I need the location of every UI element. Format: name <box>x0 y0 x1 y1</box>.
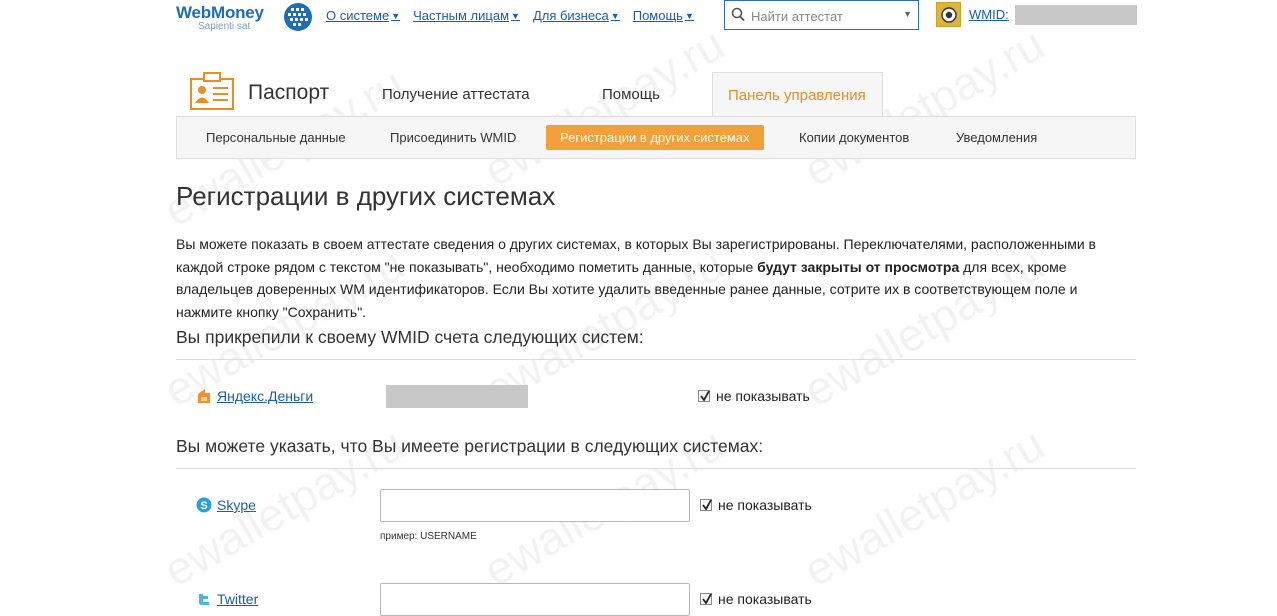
logo-tagline: Sapienti sat <box>198 21 251 32</box>
nav-business[interactable]: Для бизнеса ▼ <box>533 8 620 23</box>
yandex-masked-value <box>386 385 528 408</box>
skype-link[interactable]: Skype <box>217 497 256 513</box>
checkbox[interactable] <box>700 593 712 605</box>
skype-icon: S <box>196 497 212 513</box>
registration-skype: S Skype <box>196 497 256 513</box>
subtab-personal-data[interactable]: Персональные данные <box>206 130 346 145</box>
user-block: WMID: <box>936 2 1009 27</box>
nav-personal[interactable]: Частным лицам ▼ <box>413 8 520 23</box>
subtab-bar: Персональные данные Присоединить WMID Ре… <box>176 116 1136 159</box>
webmoney-logo[interactable]: WebMoney Sapienti sat <box>176 3 264 32</box>
passport-icon <box>190 72 234 115</box>
registration-twitter: Twitter <box>196 591 258 607</box>
subtab-document-copies[interactable]: Копии документов <box>799 130 909 145</box>
hide-label: не показывать <box>716 388 810 404</box>
skype-input[interactable] <box>380 489 690 522</box>
checkbox[interactable] <box>698 390 710 402</box>
twitter-hide-toggle: не показывать <box>700 591 812 607</box>
registrations-heading: Вы можете указать, что Вы имеете регистр… <box>176 436 764 456</box>
tab-get-attestat[interactable]: Получение аттестата <box>382 86 530 103</box>
nav-about[interactable]: О системе ▼ <box>326 8 400 23</box>
twitter-link[interactable]: Twitter <box>217 591 258 607</box>
chevron-down-icon[interactable]: ▼ <box>903 9 912 19</box>
checkbox[interactable] <box>700 499 712 511</box>
tab-control-panel[interactable]: Панель управления <box>712 72 883 116</box>
caret-down-icon: ▼ <box>684 10 694 21</box>
skype-example-hint: пример: USERNAME <box>380 531 477 542</box>
caret-down-icon: ▼ <box>511 10 520 21</box>
globe-icon <box>283 2 313 32</box>
passport-title: Паспорт <box>248 81 330 104</box>
divider <box>176 468 1136 469</box>
attached-system-yandex: Яндекс.Деньги <box>196 388 313 404</box>
yandex-money-icon <box>198 389 210 403</box>
caret-down-icon: ▼ <box>610 10 620 21</box>
wmid-masked-value <box>1015 5 1137 25</box>
yandex-money-link[interactable]: Яндекс.Деньги <box>217 388 313 404</box>
page-title: Регистрации в других системах <box>176 181 556 211</box>
twitter-icon <box>199 594 209 605</box>
yandex-hide-toggle: не показывать <box>698 388 810 404</box>
avatar[interactable] <box>936 2 961 27</box>
watermark: ewalletpay.ru <box>474 17 733 197</box>
search-icon <box>731 7 745 27</box>
subtab-notifications[interactable]: Уведомления <box>956 130 1037 145</box>
caret-down-icon: ▼ <box>391 10 401 21</box>
hide-label: не показывать <box>718 497 812 513</box>
top-navigation: О системе ▼ Частным лицам ▼ Для бизнеса ▼ П… <box>326 8 707 23</box>
subtab-other-registrations[interactable]: Регистрации в других системах <box>546 125 764 150</box>
hide-label: не показывать <box>718 591 812 607</box>
wmid-link[interactable]: WMID: <box>969 7 1009 22</box>
divider <box>176 359 1136 360</box>
tab-help[interactable]: Помощь <box>602 86 660 103</box>
attached-heading: Вы прикрепили к своему WMID счета следую… <box>176 327 644 347</box>
search-input[interactable] <box>749 4 898 28</box>
page-description: Вы можете показать в своем аттестате све… <box>176 236 1096 320</box>
twitter-input[interactable] <box>380 583 690 616</box>
watermark: ewalletpay.ru <box>794 417 1053 597</box>
subtab-attach-wmid[interactable]: Присоединить WMID <box>390 130 516 145</box>
attestat-search: ▼ <box>724 0 919 30</box>
nav-help[interactable]: Помощь ▼ <box>633 8 694 23</box>
logo-text: WebMoney <box>176 3 264 22</box>
skype-hide-toggle: не показывать <box>700 497 812 513</box>
svg-text:S: S <box>200 500 207 512</box>
